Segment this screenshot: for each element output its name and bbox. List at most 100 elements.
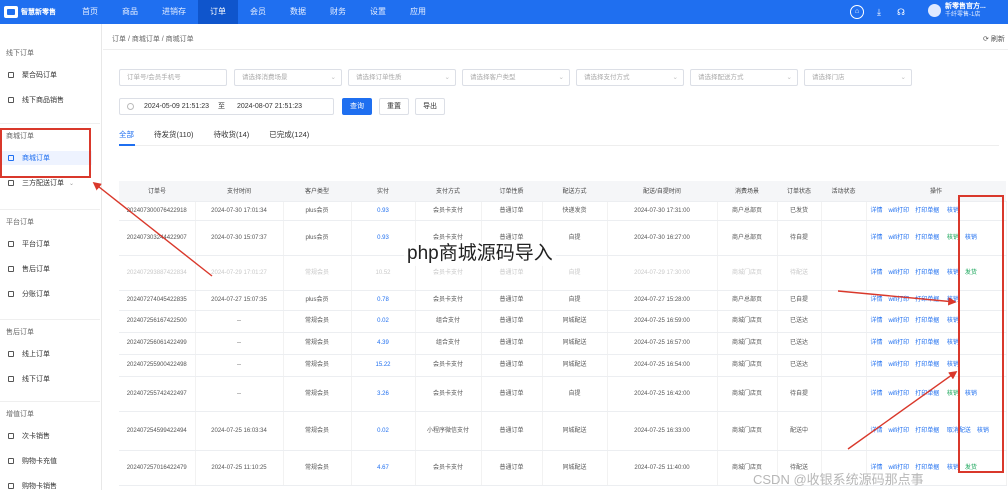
row-action-link[interactable]: 打印单据 [915, 340, 939, 346]
chevron-down-icon: ⌄ [786, 74, 792, 81]
table-cell: 普通订单 [481, 411, 543, 451]
nav-item[interactable]: 数据 [278, 0, 318, 24]
row-action-link[interactable]: 打印单据 [915, 391, 939, 397]
nav-item[interactable]: 首页 [70, 0, 110, 24]
status-tab[interactable]: 已完成(124) [269, 129, 309, 143]
table-cell: 常规会员 [283, 354, 352, 377]
home-icon[interactable]: ⌂ [850, 5, 864, 19]
table-cell: 同城配送 [542, 332, 608, 355]
table-cell: 普通订单 [481, 201, 543, 221]
table-cell: 202407257016422479 [119, 450, 196, 486]
order-icon [8, 433, 14, 439]
row-action-link[interactable]: wifi打印 [889, 270, 910, 276]
filter-select[interactable]: 请选择配送方式 ⌄ [690, 69, 798, 86]
row-action-link[interactable]: wifi打印 [889, 362, 910, 368]
row-action-link[interactable]: wifi打印 [889, 235, 910, 241]
table-cell: 2024-07-25 11:40:00 [607, 450, 718, 486]
table-cell [821, 220, 867, 256]
date-range-picker[interactable]: 2024-05-09 21:51:23 至 2024-08-07 21:51:2… [119, 98, 334, 115]
filter-select[interactable]: 请选择订单性质 ⌄ [348, 69, 456, 86]
nav-item[interactable]: 订单 [198, 0, 238, 24]
nav-item[interactable]: 设置 [358, 0, 398, 24]
sidebar-item[interactable]: 售后订单 [8, 262, 50, 276]
filter-select[interactable]: 请选择支付方式 ⌄ [576, 69, 684, 86]
sidebar-item-label: 购物卡销售 [22, 483, 57, 490]
status-tab[interactable]: 全部 [119, 129, 134, 143]
row-action-link[interactable]: 详情 [871, 208, 883, 214]
sidebar-item[interactable]: 线下订单 [8, 372, 50, 386]
row-action-link[interactable]: 详情 [871, 428, 883, 434]
user-menu[interactable]: 新零售官方... 千纤零售-1店 [928, 2, 986, 19]
sidebar-item[interactable]: 线上订单 [8, 347, 50, 361]
order-icon [8, 291, 14, 297]
row-action-link[interactable]: 打印单据 [915, 208, 939, 214]
table-cell: 会员卡支付 [415, 290, 482, 311]
table-cell: 3.26 [351, 376, 416, 412]
row-action-link[interactable]: wifi打印 [889, 391, 910, 397]
filter-select[interactable]: 请选择门店 ⌄ [804, 69, 912, 86]
row-action-link[interactable]: 打印单据 [915, 428, 939, 434]
export-button[interactable]: 导出 [415, 98, 445, 115]
nav-item[interactable]: 会员 [238, 0, 278, 24]
filter-select[interactable]: 请选择消费场景 ⌄ [234, 69, 342, 86]
sidebar-item[interactable]: 平台订单 [8, 237, 50, 251]
table-cell: 普通订单 [481, 354, 543, 377]
row-action-link[interactable]: 打印单据 [915, 270, 939, 276]
nav-item[interactable]: 财务 [318, 0, 358, 24]
sidebar-item[interactable]: 三方配送订单 ⌄ [8, 176, 74, 190]
row-action-link[interactable]: 详情 [871, 362, 883, 368]
order-search-placeholder: 订单号/会员手机号 [127, 74, 181, 81]
table-cell: 同城配送 [542, 310, 608, 333]
status-tab[interactable]: 待发货(110) [154, 129, 193, 143]
table-cell: 自提 [542, 376, 608, 412]
row-action-link[interactable]: 详情 [871, 235, 883, 241]
sidebar-group-title: 增值订单 [6, 411, 34, 418]
row-action-link[interactable]: 详情 [871, 297, 883, 303]
filter-select[interactable]: 请选择客户类型 ⌄ [462, 69, 570, 86]
row-action-link[interactable]: 详情 [871, 318, 883, 324]
row-action-link[interactable]: 打印单据 [915, 297, 939, 303]
headset-icon[interactable]: ☊ [894, 5, 908, 19]
status-tab[interactable]: 待收货(14) [213, 129, 249, 143]
divider [0, 209, 100, 210]
nav-item[interactable]: 进销存 [150, 0, 198, 24]
order-icon [8, 241, 14, 247]
query-button[interactable]: 查询 [342, 98, 372, 115]
row-action-link[interactable]: 打印单据 [915, 362, 939, 368]
sidebar-item[interactable]: 聚合码订单 [8, 68, 57, 82]
watermark: CSDN @收银系统源码那点事 [753, 472, 924, 487]
table-cell: 同城配送 [542, 450, 608, 486]
sidebar-item[interactable]: 分账订单 [8, 287, 50, 301]
table-cell: 2024-07-30 15:07:37 [195, 220, 284, 256]
sidebar-item[interactable]: 购物卡充值 [8, 454, 57, 468]
refresh-button[interactable]: ⟳ 刷新 [983, 34, 1005, 44]
table-cell: 常规会员 [283, 411, 352, 451]
row-action-link[interactable]: wifi打印 [889, 340, 910, 346]
row-action-link[interactable]: 打印单据 [915, 235, 939, 241]
sidebar-item[interactable]: 线下商品销售 [8, 93, 64, 107]
order-search-input[interactable]: 订单号/会员手机号 [119, 69, 227, 86]
sidebar-item[interactable]: 次卡销售 [8, 429, 50, 443]
row-action-link[interactable]: wifi打印 [889, 297, 910, 303]
row-action-link[interactable]: 详情 [871, 270, 883, 276]
download-icon[interactable]: ⤓ [872, 5, 886, 19]
row-action-link[interactable]: 打印单据 [915, 318, 939, 324]
row-action-link[interactable]: 详情 [871, 391, 883, 397]
nav-item[interactable]: 商品 [110, 0, 150, 24]
row-action-link[interactable]: wifi打印 [889, 428, 910, 434]
table-row: 202407256167422500 -- 常规会员 0.02 组合支付 普通订单 同城配送… [119, 310, 1007, 333]
divider [0, 319, 100, 320]
calendar-icon [127, 103, 134, 110]
row-action-link[interactable]: 详情 [871, 340, 883, 346]
app-logo[interactable]: 智慧新零售 [4, 4, 56, 20]
row-action-link[interactable]: wifi打印 [889, 318, 910, 324]
column-header: 订单号 [119, 181, 195, 202]
table-cell: 普通订单 [481, 332, 543, 355]
nav-item[interactable]: 应用 [398, 0, 438, 24]
table-cell: 普通订单 [481, 450, 543, 486]
row-action-link[interactable]: wifi打印 [889, 208, 910, 214]
overlay-title: php商城源码导入 [404, 242, 556, 266]
sidebar-item[interactable]: 购物卡销售 [8, 479, 57, 490]
table-cell: 商城门店页 [717, 332, 778, 355]
reset-button[interactable]: 重置 [379, 98, 409, 115]
